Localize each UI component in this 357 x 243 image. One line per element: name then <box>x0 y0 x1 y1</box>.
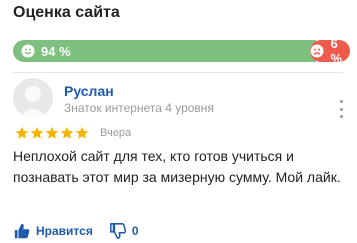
star-icon <box>45 126 59 140</box>
star-icon <box>60 126 74 140</box>
sad-face-icon <box>310 44 324 58</box>
negative-share: 6 % <box>310 40 350 62</box>
like-label: Нравится <box>36 224 93 238</box>
review-actions: Нравится 0 <box>13 222 139 240</box>
review-text: Неплохой сайт для тех, кто готов учиться… <box>13 148 341 185</box>
star-icon <box>30 126 44 140</box>
star-icon <box>75 126 89 140</box>
dislike-button[interactable]: 0 <box>109 222 139 240</box>
dislike-count: 0 <box>131 224 139 238</box>
like-button[interactable]: Нравится <box>13 222 93 240</box>
rating-stars <box>15 126 89 140</box>
positive-percent: 94 % <box>41 43 71 59</box>
avatar[interactable] <box>13 78 53 118</box>
happy-face-icon <box>21 44 35 58</box>
author-level: Знаток интернета 4 уровня <box>64 101 214 115</box>
rating-bar: 94 % 6 % <box>13 40 350 62</box>
thumbs-up-icon <box>13 222 31 240</box>
star-icon <box>15 126 29 140</box>
rating-title: Оценка сайта <box>13 4 120 21</box>
negative-percent: 6 % <box>330 40 342 62</box>
author-name[interactable]: Руслан <box>64 83 114 99</box>
divider <box>13 72 343 73</box>
positive-share: 94 % <box>13 40 317 62</box>
review-date: Вчера <box>100 127 132 139</box>
more-vertical-icon[interactable] <box>338 100 344 118</box>
thumbs-down-icon <box>109 222 127 240</box>
